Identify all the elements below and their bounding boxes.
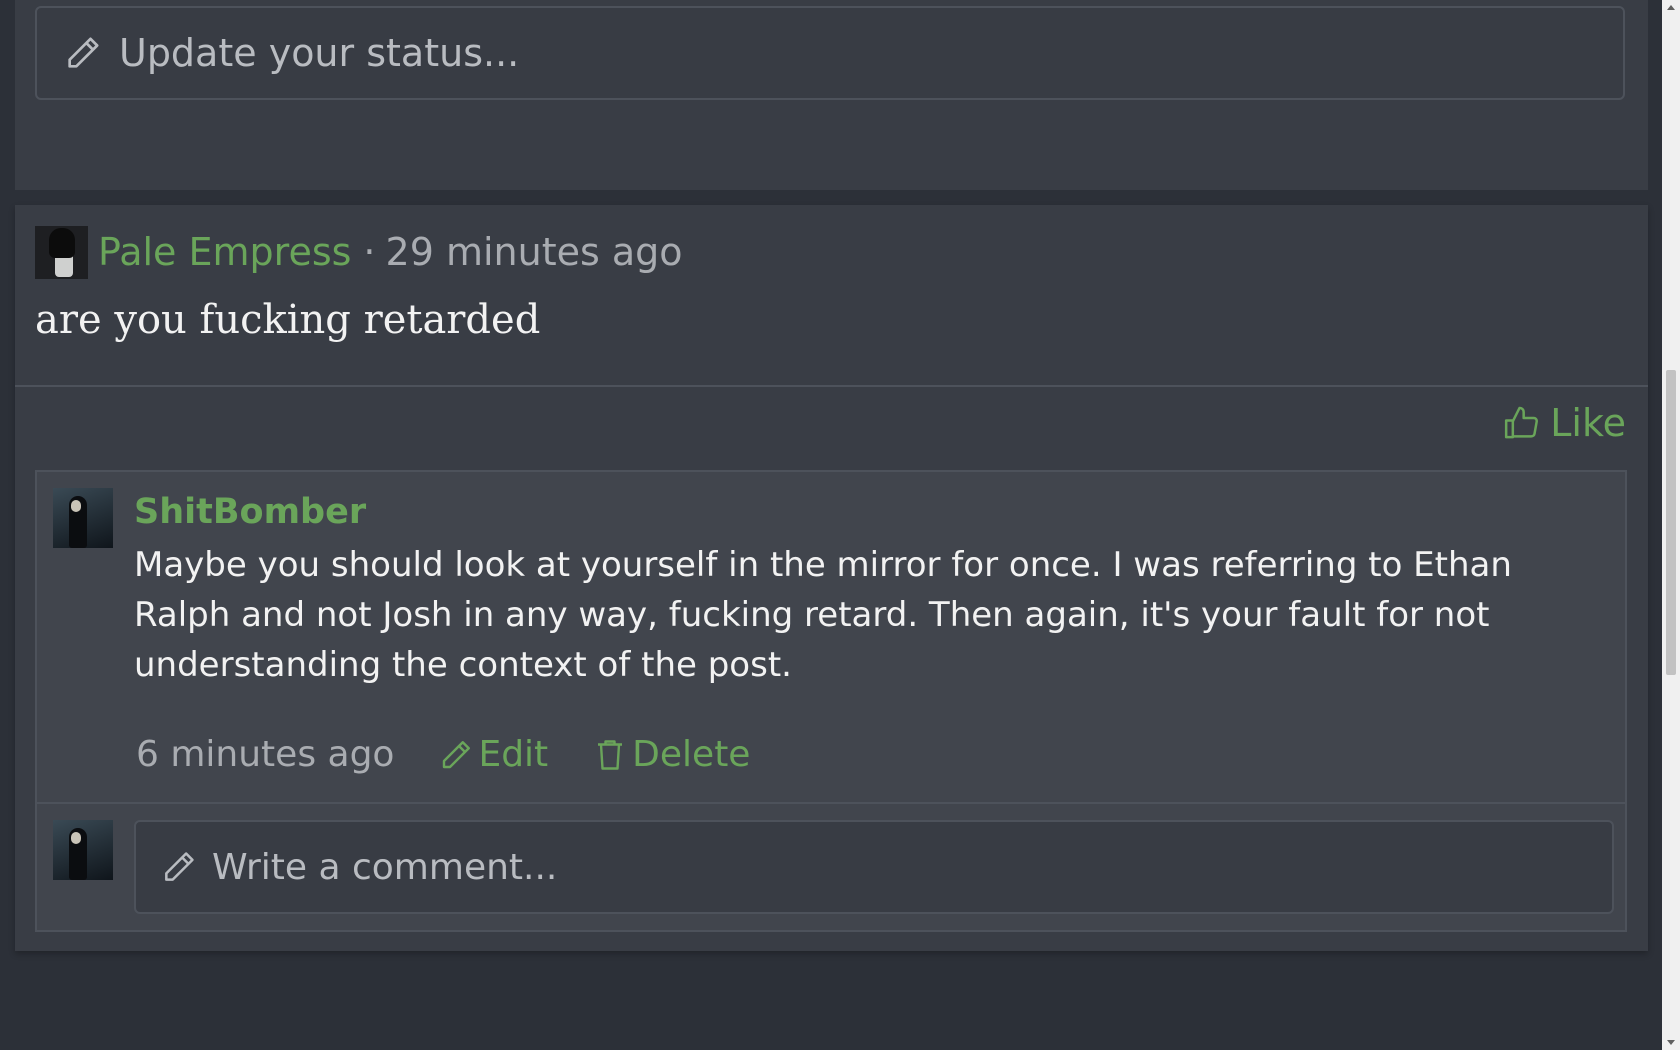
edit-label: Edit [478,734,549,775]
comment-meta: 6 minutes ago Edit Delete [136,734,750,775]
post-body: are you fucking retarded [35,297,541,343]
trash-icon [598,739,623,770]
comment-text: Maybe you should look at yourself in the… [134,545,1512,685]
comment: ShitBomber Maybe you should look at your… [37,472,1625,802]
avatar [53,820,113,880]
scrollbar[interactable] [1662,0,1680,1050]
avatar[interactable] [53,488,113,548]
page: Update your status... Pale Empress · 29 … [0,0,1680,1050]
like-label: Like [1550,401,1626,445]
pencil-icon [443,740,471,768]
comment-placeholder: Write a comment... [212,846,558,888]
comment-author-link[interactable]: ShitBomber [134,492,366,532]
write-comment-row: Write a comment... [37,804,1625,930]
avatar[interactable] [35,225,88,279]
post-header: Pale Empress · 29 minutes ago [35,225,683,279]
separator: · [363,230,376,274]
like-button[interactable]: Like [1502,401,1626,445]
post-card: Pale Empress · 29 minutes ago are you fu… [15,205,1648,951]
scroll-up-icon[interactable] [1667,5,1675,10]
divider [15,385,1648,387]
post-author-link[interactable]: Pale Empress [98,230,351,274]
post-timestamp[interactable]: 29 minutes ago [386,230,683,274]
pencil-icon [165,852,194,881]
edit-button[interactable]: Edit [438,734,548,775]
comment-timestamp: 6 minutes ago [136,734,395,775]
comments-section: ShitBomber Maybe you should look at your… [35,470,1627,932]
scrollbar-thumb[interactable] [1666,370,1676,675]
delete-button[interactable]: Delete [592,734,750,775]
scroll-down-icon[interactable] [1667,1040,1675,1045]
status-update-panel: Update your status... [15,0,1648,190]
status-placeholder: Update your status... [119,31,520,75]
delete-label: Delete [632,734,751,775]
status-input[interactable]: Update your status... [35,6,1625,100]
pencil-icon [68,37,99,68]
comment-input[interactable]: Write a comment... [134,820,1614,914]
thumbs-up-icon [1505,406,1539,439]
